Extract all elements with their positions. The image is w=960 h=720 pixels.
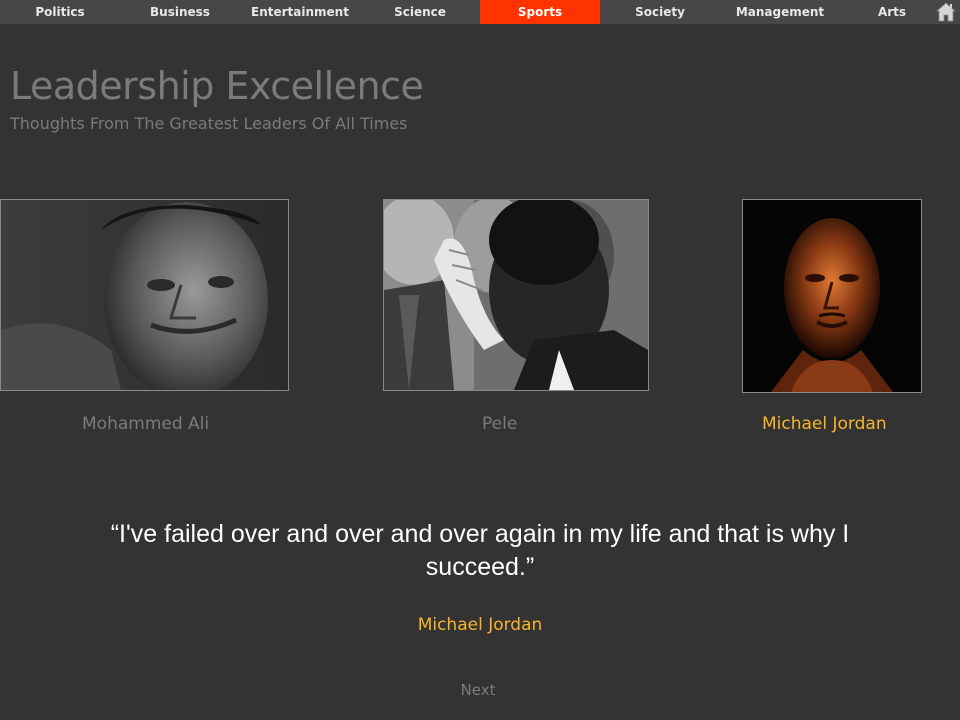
leader-name-pele[interactable]: Pele bbox=[482, 414, 517, 434]
nav-item-politics[interactable]: Politics bbox=[0, 0, 120, 24]
top-nav: Politics Business Entertainment Science … bbox=[0, 0, 960, 24]
nav-item-society[interactable]: Society bbox=[600, 0, 720, 24]
leader-photo-pele[interactable] bbox=[383, 199, 649, 391]
nav-item-science[interactable]: Science bbox=[360, 0, 480, 24]
nav-item-management[interactable]: Management bbox=[720, 0, 840, 24]
home-icon[interactable] bbox=[935, 2, 957, 22]
leader-photo-michael-jordan[interactable] bbox=[742, 199, 922, 393]
nav-item-arts[interactable]: Arts bbox=[832, 0, 952, 24]
page: Politics Business Entertainment Science … bbox=[0, 0, 960, 720]
leader-name-mohammed-ali[interactable]: Mohammed Ali bbox=[82, 414, 209, 434]
nav-item-business[interactable]: Business bbox=[120, 0, 240, 24]
page-subtitle: Thoughts From The Greatest Leaders Of Al… bbox=[10, 114, 408, 133]
leader-photo-mohammed-ali[interactable] bbox=[0, 199, 289, 391]
quote-author: Michael Jordan bbox=[417, 615, 543, 635]
nav-item-sports[interactable]: Sports bbox=[480, 0, 600, 24]
nav-item-entertainment[interactable]: Entertainment bbox=[240, 0, 360, 24]
next-button[interactable]: Next bbox=[430, 681, 526, 699]
quote-text: “I've failed over and over and over agai… bbox=[110, 520, 850, 581]
leader-name-michael-jordan[interactable]: Michael Jordan bbox=[762, 414, 887, 434]
page-title: Leadership Excellence bbox=[10, 64, 424, 108]
